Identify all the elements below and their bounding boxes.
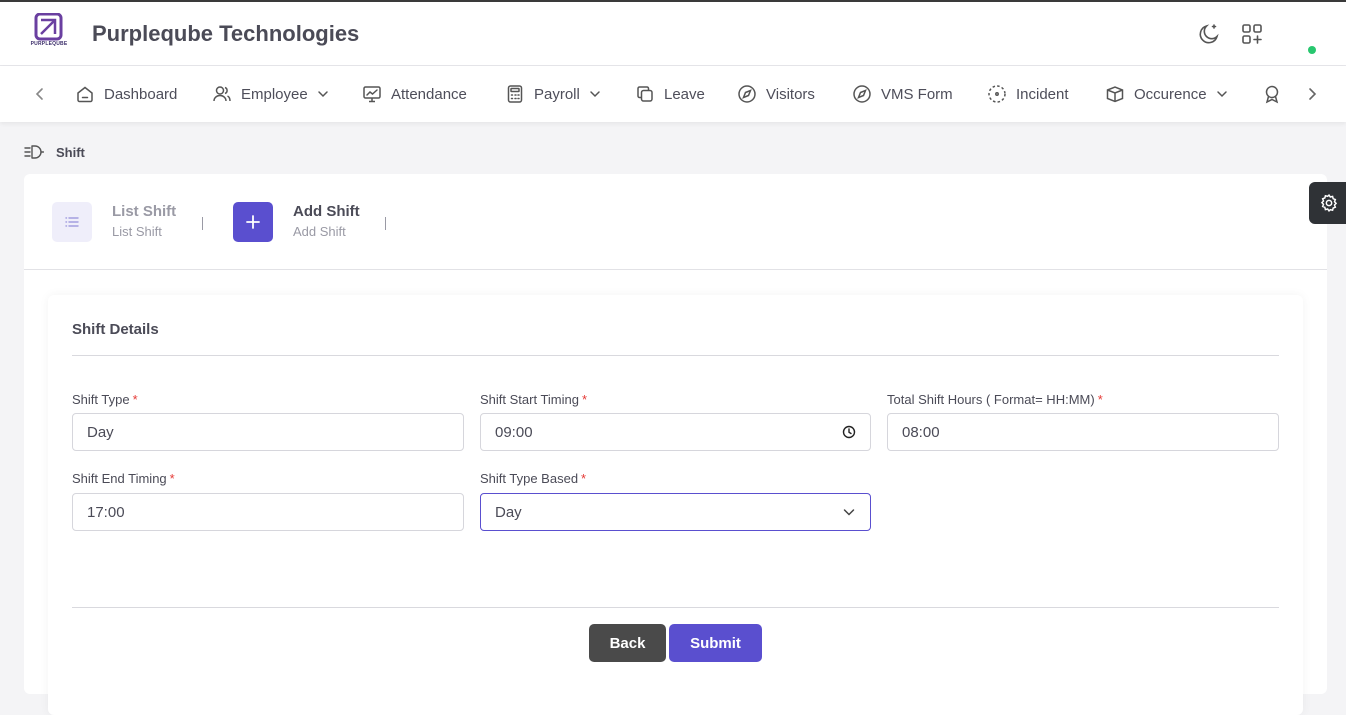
- breadcrumb: Shift: [24, 143, 85, 161]
- clock-icon[interactable]: [842, 425, 856, 439]
- nav-scroll-left-icon[interactable]: [30, 84, 50, 104]
- calculator-icon: [507, 85, 523, 103]
- gear-icon: [1320, 193, 1338, 213]
- nav-item-occurence[interactable]: Occurence: [1105, 82, 1229, 106]
- nav-item-label: Payroll: [534, 85, 580, 103]
- chevron-down-icon: [317, 91, 328, 98]
- tab-add-shift[interactable]: Add Shift Add Shift: [233, 202, 360, 242]
- shift-type-label: Shift Type *: [72, 392, 138, 407]
- copy-icon: [637, 86, 653, 102]
- plus-icon: [233, 202, 273, 242]
- nav-item-label: VMS Form: [881, 85, 953, 103]
- section-divider: [72, 355, 1279, 356]
- label-text: Shift Start Timing: [480, 392, 579, 407]
- company-name: Purpleqube Technologies: [92, 21, 360, 46]
- required-mark: *: [1097, 392, 1103, 407]
- shift-start-label: Shift Start Timing *: [480, 392, 587, 407]
- shift-end-label: Shift End Timing *: [72, 471, 175, 486]
- monitor-chart-icon: [363, 86, 381, 103]
- tab-subtitle: List Shift: [112, 224, 162, 239]
- tab-title: Add Shift: [293, 203, 360, 220]
- users-icon: [213, 86, 231, 102]
- moon-icon[interactable]: [1197, 22, 1221, 46]
- shift-end-time-input[interactable]: 17:00: [72, 493, 464, 531]
- required-mark: *: [169, 471, 175, 486]
- shift-card: List Shift List Shift Add Shift Add Shif…: [24, 174, 1327, 715]
- nav-item-label: Employee: [241, 85, 308, 103]
- shift-type-input[interactable]: Day: [72, 413, 464, 451]
- chevron-down-icon: [843, 509, 855, 516]
- footer-divider: [72, 607, 1279, 608]
- nav-item-employee[interactable]: Employee: [212, 82, 330, 106]
- field-value: 17:00: [87, 503, 125, 521]
- shift-start-time-input[interactable]: 09:00: [480, 413, 871, 451]
- total-hours-label: Total Shift Hours ( Format= HH:MM) *: [887, 392, 1103, 407]
- main-nav: Dashboard Employee Attendance Payroll Le…: [0, 66, 1346, 122]
- nav-item-leave[interactable]: Leave: [635, 82, 705, 106]
- back-button[interactable]: Back: [589, 624, 666, 662]
- compass-icon: [738, 85, 756, 103]
- field-value: 08:00: [902, 423, 940, 441]
- focus-icon: [988, 85, 1006, 103]
- nav-item-awards[interactable]: [1262, 82, 1291, 106]
- required-mark: *: [132, 392, 138, 407]
- shift-type-based-select[interactable]: Day: [480, 493, 871, 531]
- label-text: Total Shift Hours ( Format= HH:MM): [887, 392, 1095, 407]
- list-icon: [52, 202, 92, 242]
- logo-mark-icon: [34, 12, 63, 41]
- required-mark: *: [581, 392, 588, 407]
- nav-item-dashboard[interactable]: Dashboard: [75, 82, 177, 106]
- nav-item-visitors[interactable]: Visitors: [737, 82, 815, 106]
- nav-item-attendance[interactable]: Attendance: [362, 82, 467, 106]
- box-icon: [1106, 86, 1124, 103]
- grid-plus-icon[interactable]: [1240, 22, 1264, 46]
- shift-type-based-label: Shift Type Based *: [480, 471, 586, 486]
- required-mark: *: [581, 471, 587, 486]
- label-text: Shift Type: [72, 392, 130, 407]
- nav-item-payroll[interactable]: Payroll: [505, 82, 602, 106]
- shift-icon: [24, 145, 44, 159]
- logo-text: PURPLEQUBE: [30, 41, 68, 47]
- nav-item-incident[interactable]: Incident: [987, 82, 1069, 106]
- label-text: Shift End Timing: [72, 471, 167, 486]
- shift-details-form: Shift Details Shift Type * Day Shift Star…: [48, 295, 1303, 715]
- total-hours-input[interactable]: 08:00: [887, 413, 1279, 451]
- home-icon: [77, 86, 93, 103]
- nav-item-vms-form[interactable]: VMS Form: [852, 82, 953, 106]
- company-logo[interactable]: PURPLEQUBE: [29, 12, 69, 53]
- chevron-down-icon: [1216, 91, 1227, 98]
- nav-item-label: Visitors: [766, 85, 815, 103]
- nav-item-label: Attendance: [391, 85, 467, 103]
- top-bar: PURPLEQUBE Purpleqube Technologies: [0, 0, 1346, 66]
- tab-subtitle: Add Shift: [293, 224, 346, 239]
- tab-separator: [385, 217, 386, 230]
- nav-item-label: Occurence: [1134, 85, 1207, 103]
- submit-button[interactable]: Submit: [669, 624, 762, 662]
- tab-title: List Shift: [112, 203, 177, 220]
- nav-item-label: Incident: [1016, 85, 1069, 103]
- compass-icon: [853, 85, 871, 103]
- tabs-row: List Shift List Shift Add Shift Add Shif…: [24, 174, 1327, 270]
- selected-value: Day: [495, 503, 522, 521]
- chevron-down-icon: [590, 91, 600, 98]
- nav-item-label: Leave: [664, 85, 705, 103]
- online-status-dot: [1308, 46, 1316, 54]
- nav-scroll-right-icon[interactable]: [1302, 84, 1322, 104]
- tab-separator: [202, 217, 203, 230]
- award-icon: [1265, 85, 1279, 104]
- breadcrumb-label: Shift: [56, 144, 85, 160]
- field-value: Day: [87, 423, 114, 441]
- customizer-toggle[interactable]: [1309, 182, 1346, 224]
- nav-item-label: Dashboard: [104, 85, 178, 103]
- tab-list-shift[interactable]: List Shift List Shift: [52, 202, 176, 242]
- label-text: Shift Type Based: [480, 471, 579, 486]
- field-value: 09:00: [495, 423, 533, 441]
- section-title: Shift Details: [72, 321, 159, 338]
